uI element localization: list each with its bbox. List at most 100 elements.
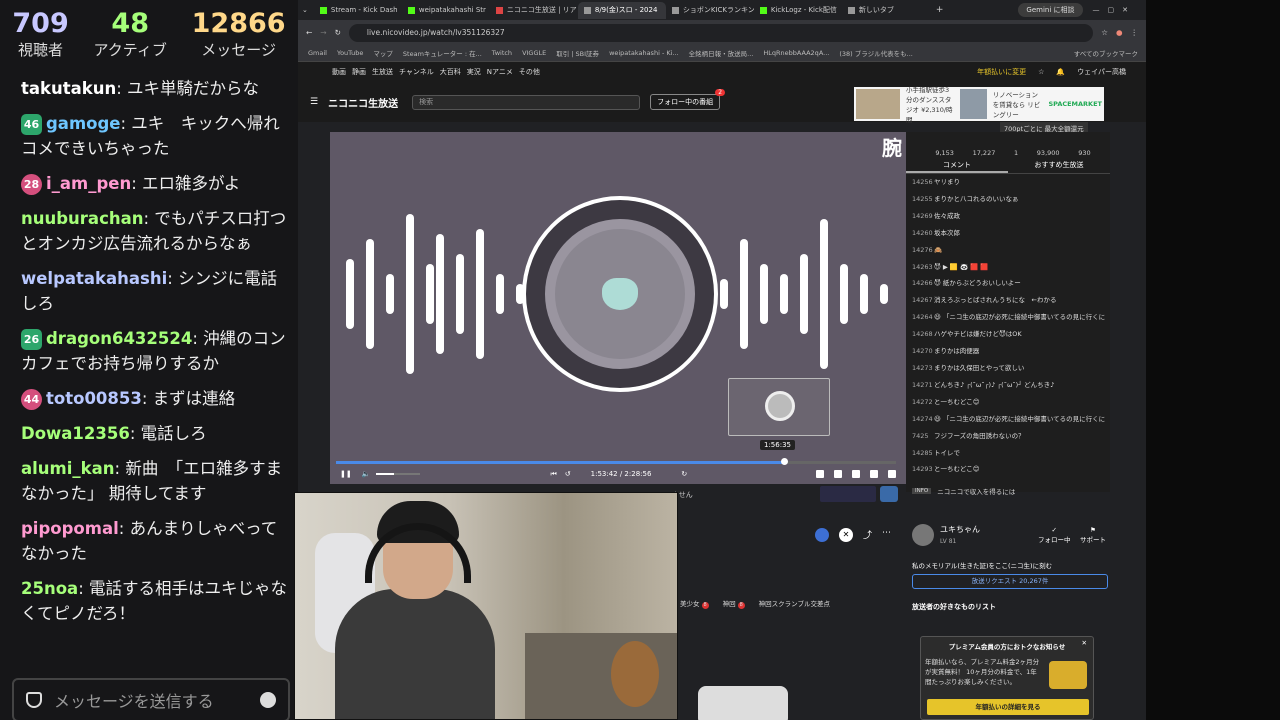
volume-slider[interactable] [376,473,421,475]
browser-tab[interactable]: ショボンKICKランキン [666,2,754,19]
bookmark-item[interactable]: VIGGLE [522,49,546,57]
bookmark-item[interactable]: Gmail [308,49,327,57]
tab-comments[interactable]: コメント [906,160,1008,173]
browser-tab[interactable]: weipatakahashi Str [402,2,490,19]
hamburger-icon[interactable]: ☰ [310,97,318,107]
shield-icon[interactable] [26,692,42,708]
chat-username[interactable]: pipopomal [21,519,119,538]
chat-username[interactable]: welpatakahashi [21,269,167,288]
url-field[interactable]: live.nicovideo.jp/watch/lv351126327 [348,23,1094,42]
tab-recommended[interactable]: おすすめ生放送 [1008,160,1110,173]
bookmark-item[interactable]: weipatakahashi - Ki... [609,49,679,57]
bookmark-item[interactable]: マップ [373,48,393,58]
star-icon[interactable]: ☆ [1101,28,1108,37]
nico-nav-item[interactable]: Nアニメ [487,67,513,77]
ad-banner[interactable]: 小手指駅徒歩3分のダンススタジオ ¥2,310/時間 リノベーションを賃貸なら … [854,86,1104,124]
forward-icon[interactable]: ↻ [681,470,687,478]
browser-tab[interactable]: 新しいタブ [842,2,930,19]
close-icon[interactable]: ✕ [1082,639,1087,647]
browser-tab[interactable]: Stream - Kick Dash [314,2,402,19]
search-input[interactable]: 検索 [412,94,641,110]
page-icon [847,6,855,14]
menu-icon[interactable]: ⋮ [1131,28,1139,37]
comment-text: まりかと八コれるのいいなぁ [934,194,1019,203]
all-bookmarks[interactable]: すべてのブックマーク [1074,48,1138,58]
gemini-button[interactable]: Gemini に相談 [1018,3,1083,17]
request-button[interactable]: 放送リクエスト 20,267件 [912,574,1108,589]
nico-nav-item[interactable]: 動画 [332,67,346,77]
chat-username[interactable]: i_am_pen [46,174,131,193]
seek-bar[interactable] [336,458,896,465]
comment-submit[interactable] [820,486,876,502]
browser-tab[interactable]: KickLogz - Kick配信 [754,2,842,19]
bookmark-item[interactable]: Steamキュレーター : 在... [403,48,482,58]
back-icon[interactable]: ← [306,28,312,37]
nico-nav-item[interactable]: 生放送 [372,67,393,77]
premium-details-button[interactable]: 年額払いの詳細を見る [927,699,1089,715]
chat-username[interactable]: gamoge [46,114,120,133]
emoji-icon[interactable] [260,692,276,708]
comment-row: 14269佐々成政 [906,208,1110,225]
tag[interactable]: 神回スクランブル交差点 [759,598,830,609]
browser-tab[interactable]: ニコニコ生放送 | リア [490,2,578,19]
nico-nav-item[interactable]: 実況 [467,67,481,77]
tab-list-icon[interactable]: ⌄ [302,6,308,14]
reload-icon[interactable]: ↻ [335,28,341,37]
bookmark-item[interactable]: HLqRnebbAAA2qA... [763,49,829,57]
video-player[interactable]: 1:56:35 ❚❚ 🔈 ⏮ ↺ 1:53:42 / 2:28:56 ↻ [330,132,906,484]
premium-link[interactable]: 年額払いに変更 [977,67,1026,77]
program-stat: 930 [1078,149,1091,157]
more-icon[interactable]: ⋯ [882,528,891,542]
seek-handle[interactable] [781,458,788,465]
window-controls-icon[interactable]: —▢✕ [1093,6,1136,14]
nico-user[interactable]: ウェイパー高橋 [1077,67,1126,77]
settings-icon[interactable] [888,470,896,478]
chat-username[interactable]: Dowa12356 [21,424,130,443]
new-tab-icon[interactable]: + [936,5,944,15]
clock-icon[interactable] [815,528,829,542]
forward-icon[interactable]: → [320,28,326,37]
broadcaster-avatar[interactable] [912,524,934,546]
bookmark-item[interactable]: YouTube [337,49,363,57]
broadcaster-name[interactable]: ユキちゃん [940,524,980,535]
support-button[interactable]: ⚑ サポート [1080,526,1106,544]
fullscreen-icon[interactable] [852,470,860,478]
reload-icon[interactable] [870,470,878,478]
nico-nav-item[interactable]: その他 [519,67,540,77]
share-icon[interactable]: ⤴ [863,528,872,542]
nico-logo[interactable]: ニコニコ生放送 [328,95,398,110]
nico-nav-item[interactable]: 静画 [352,67,366,77]
bookmark-item[interactable]: (38) ブラジル代表をも... [839,48,912,58]
chat-username[interactable]: nuuburachan [21,209,143,228]
follow-programs-button[interactable]: フォロー中の番組 2 [650,89,726,110]
bell-icon[interactable]: 🔔 [1056,68,1065,76]
chat-username[interactable]: dragon6432524 [46,329,192,348]
rewind-icon[interactable]: ↺ [565,470,571,478]
bookmark-item[interactable]: Twitch [492,49,512,57]
tag[interactable]: 神回 8 [723,598,745,609]
chat-input[interactable]: メッセージを送信する [12,678,290,720]
bookmark-item[interactable]: 全銘柄日報・放送局... [689,48,754,58]
follow-button[interactable]: ✓ フォロー中 [1038,526,1071,544]
chat-username[interactable]: 25noa [21,579,78,598]
skip-back-icon[interactable]: ⏮ [550,470,556,479]
chat-username[interactable]: alumi_kan [21,459,115,478]
x-share-icon[interactable]: ✕ [839,528,853,542]
profile-icon[interactable]: ● [1116,28,1123,37]
comment-toggle-icon[interactable] [816,470,824,478]
screenshot-icon[interactable] [834,470,842,478]
comment-settings-icon[interactable] [880,486,898,502]
bookmark-item[interactable]: 取引 | SBI証券 [556,48,599,58]
volume-icon[interactable]: 🔈 [362,470,371,478]
chat-username[interactable]: takutakun [21,79,116,98]
browser-tab-active[interactable]: 8/9(金)スロ - 2024 [577,1,666,19]
pause-icon[interactable]: ❚❚ [340,470,352,478]
chat-username[interactable]: toto00853 [46,389,142,408]
nico-nav-item[interactable]: チャンネル [399,67,434,77]
visualizer-bar [386,274,394,314]
tag[interactable]: 美少女 8 [680,598,709,609]
star-icon[interactable]: ☆ [1038,68,1044,76]
nico-nav-item[interactable]: 大百科 [440,67,461,77]
info-bar[interactable]: INFO ニコニコで収入を得るには [906,484,1110,498]
separator: : [141,389,153,408]
